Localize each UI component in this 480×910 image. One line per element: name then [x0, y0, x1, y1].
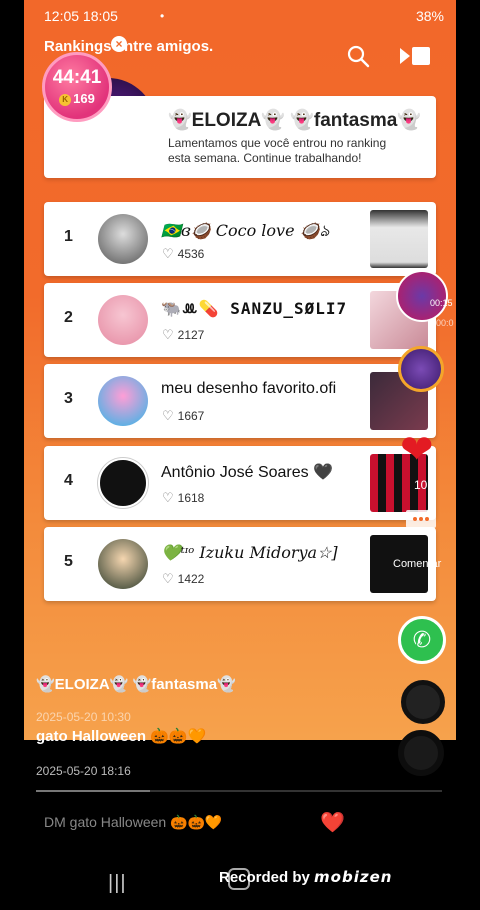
close-icon[interactable]: × — [111, 36, 127, 52]
ranking-avatar[interactable] — [98, 295, 148, 345]
like-count: 10 — [414, 478, 428, 492]
ranking-row[interactable]: 2 🐃ꔛ💊 SANZU_SØLI7 ♡ 2127 — [44, 283, 436, 357]
ranking-row[interactable]: 3 meu desenho favorito.ofi ♡ 1667 — [44, 364, 436, 438]
creator-avatar[interactable] — [398, 346, 444, 392]
ranking-avatar[interactable] — [98, 539, 148, 589]
search-icon[interactable] — [346, 44, 370, 68]
battery-level: 38% — [415, 8, 444, 24]
coin-icon: K — [59, 93, 72, 106]
heart-outline-icon: ♡ — [162, 571, 174, 586]
reaction-smile[interactable]: 😀 — [362, 810, 383, 835]
rank-number: 3 — [64, 390, 73, 407]
comment-label[interactable]: Comentar — [393, 558, 441, 570]
recording-watermark: Recorded by mobizen — [219, 868, 392, 886]
rank-number: 2 — [64, 309, 73, 326]
comment-icon[interactable] — [404, 506, 438, 538]
share-icon[interactable] — [398, 44, 432, 68]
music-disc-icon[interactable] — [398, 730, 444, 776]
post-author[interactable]: 👻ELOIZA👻 👻fantasma👻 — [36, 675, 236, 693]
heart-outline-icon: ♡ — [162, 246, 174, 261]
likes-count: 4536 — [177, 247, 205, 261]
ranking-name: 🇧🇷ɞ🥥 Coco love 🥥ঌ — [161, 221, 330, 240]
live-time: 00:0 — [436, 318, 454, 328]
ranking-name: 💚ᵗᶦᵒ Izuku Midorya☆] — [161, 543, 338, 562]
like-heart-icon[interactable]: ❤ — [400, 430, 434, 470]
ranking-name: meu desenho favorito.ofi — [161, 380, 337, 397]
ranking-avatar[interactable] — [98, 376, 148, 426]
coin-value: 169 — [73, 91, 95, 106]
rank-number: 4 — [64, 472, 73, 489]
ranking-likes: ♡ 1422 — [162, 571, 204, 587]
heart-outline-icon: ♡ — [162, 408, 174, 423]
video-thumbnail[interactable] — [370, 210, 428, 268]
coin-count: K 169 — [45, 91, 109, 106]
comment-date: 2025-05-20 18:16 — [36, 764, 131, 778]
ranking-likes: ♡ 4536 — [162, 246, 204, 262]
post-caption: gato Halloween 🎃🎃🧡 — [36, 728, 207, 745]
ranking-name: 🐃ꔛ💊 SANZU_SØLI7 — [161, 299, 345, 318]
ranking-row[interactable]: 4 Antônio José Soares 🖤 ♡ 1618 — [44, 446, 436, 520]
reaction-heart[interactable]: ❤️ — [320, 810, 345, 835]
progress-fill — [36, 790, 150, 792]
recent-apps-button[interactable]: ||| — [108, 872, 127, 895]
reaction-laugh[interactable]: 😂 — [402, 810, 425, 835]
ranking-likes: ♡ 1618 — [162, 490, 204, 506]
recorded-by-label: Recorded by — [219, 869, 310, 886]
rank-number: 5 — [64, 553, 73, 570]
ranking-avatar[interactable] — [98, 214, 148, 264]
ranking-message: Lamentamos que você entrou no ranking es… — [168, 136, 387, 165]
post-date: 2025-05-20 10:30 — [36, 710, 131, 724]
brand-logo: mobizen — [314, 868, 393, 886]
message-input[interactable]: DM gato Halloween 🎃🎃🧡 — [44, 814, 222, 831]
likes-count: 2127 — [177, 328, 205, 342]
live-avatar[interactable] — [396, 270, 448, 322]
whatsapp-share-icon[interactable]: ✆ — [398, 616, 446, 664]
status-time: 12:05 18:05 — [44, 8, 118, 24]
ranking-avatar[interactable] — [98, 458, 148, 508]
video-progress-bar[interactable] — [36, 790, 442, 792]
countdown-timer[interactable]: 44:41 K 169 — [42, 52, 112, 122]
profile-name: 👻ELOIZA👻 👻fantasma👻 — [168, 110, 421, 131]
heart-outline-icon: ♡ — [162, 327, 174, 342]
likes-count: 1422 — [177, 572, 205, 586]
heart-outline-icon: ♡ — [162, 490, 174, 505]
music-disc-icon[interactable] — [401, 680, 445, 724]
likes-count: 1667 — [177, 409, 205, 423]
live-time: 00:15 — [430, 298, 453, 308]
likes-count: 1618 — [177, 491, 205, 505]
ranking-name: Antônio José Soares 🖤 — [161, 464, 334, 481]
ranking-likes: ♡ 2127 — [162, 327, 204, 343]
ranking-row[interactable]: 5 💚ᵗᶦᵒ Izuku Midorya☆] ♡ 1422 — [44, 527, 436, 601]
status-bar: 12:05 18:05 • 38% — [44, 8, 444, 28]
rank-number: 1 — [64, 228, 73, 245]
ranking-row[interactable]: 1 🇧🇷ɞ🥥 Coco love 🥥ঌ ♡ 4536 — [44, 202, 436, 276]
notification-dot: • — [160, 9, 165, 23]
ranking-likes: ♡ 1667 — [162, 408, 204, 424]
timer-value: 44:41 — [52, 67, 102, 88]
